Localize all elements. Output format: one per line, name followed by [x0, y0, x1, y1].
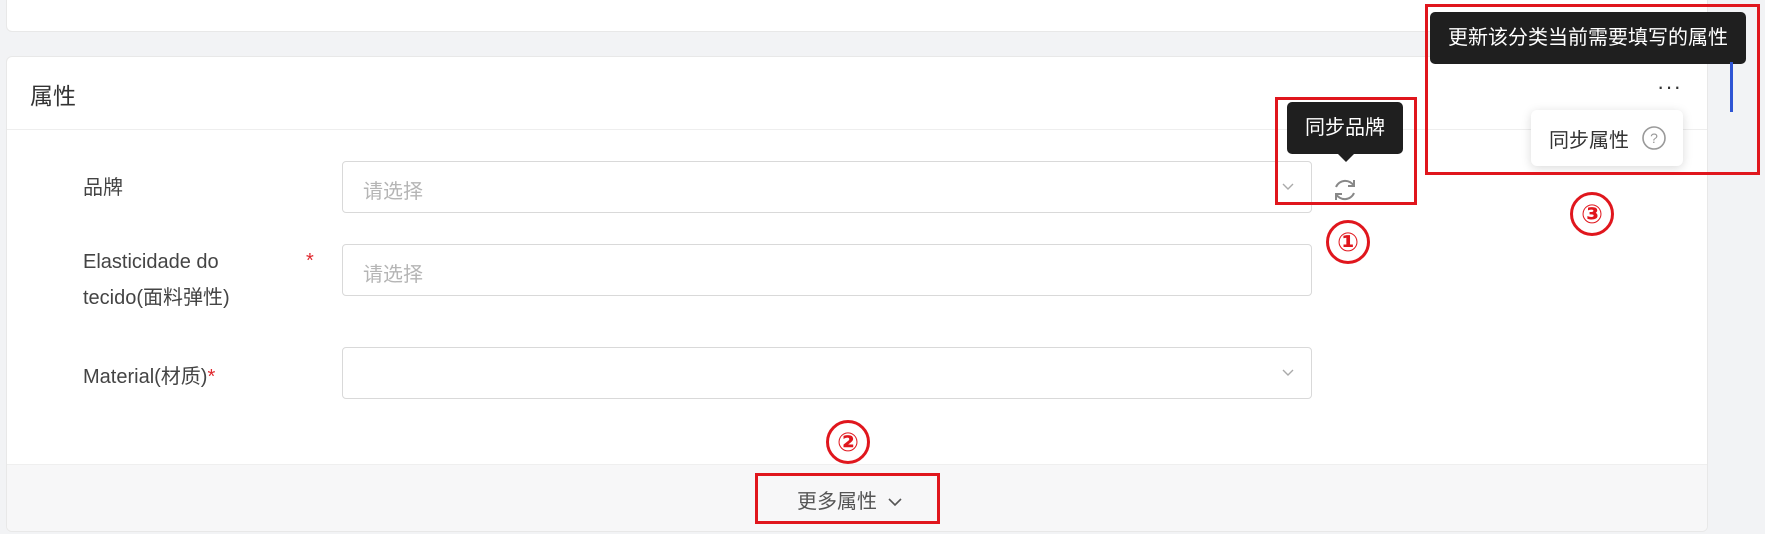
section-title: 属性	[30, 83, 76, 109]
elasticity-select[interactable]: 请选择	[342, 244, 1312, 296]
brand-label: 品牌	[83, 177, 123, 199]
required-mark: *	[306, 250, 314, 272]
brand-select[interactable]: 请选择	[342, 161, 1312, 213]
material-label-text: Material(材质)	[83, 366, 208, 388]
elasticity-label-line1: Elasticidade do	[83, 251, 219, 273]
annotation-number-1: ①	[1326, 220, 1370, 264]
annotation-number-3: ③	[1570, 192, 1614, 236]
annotation-box-1	[1275, 97, 1417, 205]
annotation-number-2: ②	[826, 420, 870, 464]
material-select[interactable]	[342, 347, 1312, 399]
required-mark: *	[207, 366, 216, 388]
annotation-box-3	[1425, 4, 1760, 175]
elasticity-placeholder: 请选择	[363, 264, 423, 286]
material-label: Material(材质)*	[83, 359, 215, 395]
chevron-down-icon	[1282, 369, 1294, 376]
elasticity-label-line2: tecido(面料弹性)	[83, 287, 230, 309]
brand-placeholder: 请选择	[363, 181, 423, 203]
annotation-box-2	[755, 473, 940, 524]
